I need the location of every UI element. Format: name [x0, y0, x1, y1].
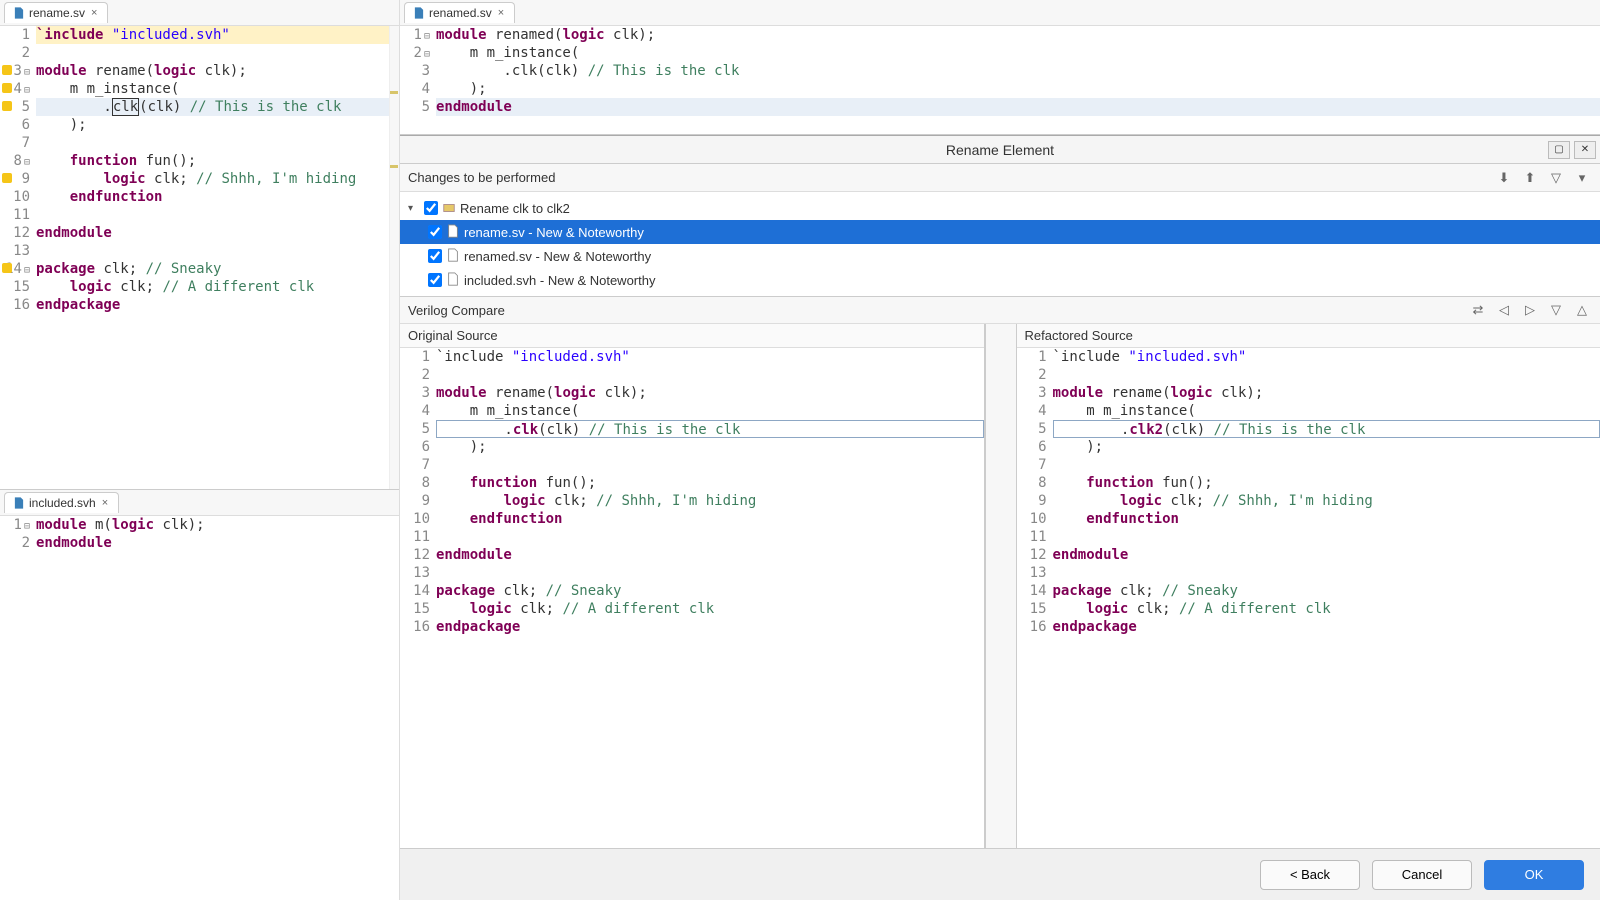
back-button[interactable]: < Back [1260, 860, 1360, 890]
maximize-button[interactable]: ▢ [1548, 141, 1570, 159]
tab-label: included.svh [29, 496, 96, 510]
tree-item-row[interactable]: rename.sv - New & Noteworthy [400, 220, 1600, 244]
tab-included-svh[interactable]: included.svh × [4, 492, 119, 513]
dialog-titlebar: Rename Element ▢ ✕ [400, 136, 1600, 164]
tree-item-label: rename.sv - New & Noteworthy [464, 225, 644, 240]
editor-included-svh[interactable]: 1⊟2module m(logic clk);endmodule [0, 516, 399, 900]
dropdown-icon[interactable]: ▾ [1572, 168, 1592, 188]
left-top-tab-bar: rename.sv × [0, 0, 399, 26]
right-tab-bar: renamed.sv × [400, 0, 1600, 26]
tree-checkbox[interactable] [428, 225, 442, 239]
tree-item-row[interactable]: renamed.sv - New & Noteworthy [400, 244, 1600, 268]
copy-right-icon[interactable]: ▷ [1520, 300, 1540, 320]
tab-rename-sv[interactable]: rename.sv × [4, 2, 108, 23]
close-icon[interactable]: × [496, 7, 506, 19]
close-icon[interactable]: × [100, 497, 110, 509]
cancel-button[interactable]: Cancel [1372, 860, 1472, 890]
dialog-title: Rename Element [946, 142, 1054, 158]
editor-renamed-sv[interactable]: 1⊟2⊟345module renamed(logic clk); m m_in… [400, 26, 1600, 134]
changes-header: Changes to be performed [408, 170, 555, 185]
file-icon [413, 7, 425, 19]
original-source-pane[interactable]: 12345678910111213141516`include "include… [400, 348, 984, 848]
tree-root-label: Rename clk to clk2 [460, 201, 570, 216]
tree-checkbox[interactable] [428, 273, 442, 287]
twisty-icon[interactable]: ▾ [408, 203, 420, 214]
file-icon [446, 272, 460, 289]
next-diff-icon[interactable]: ▽ [1546, 300, 1566, 320]
compare-separator [985, 324, 1017, 848]
tab-renamed-sv[interactable]: renamed.sv × [404, 2, 515, 23]
close-button[interactable]: ✕ [1574, 141, 1596, 159]
tree-checkbox[interactable] [428, 249, 442, 263]
tree-checkbox[interactable] [424, 201, 438, 215]
changes-tree: ▾ Rename clk to clk2 rename.sv - New & N… [400, 192, 1600, 296]
filter-icon[interactable]: ▽ [1546, 168, 1566, 188]
tree-item-label: included.svh - New & Noteworthy [464, 273, 655, 288]
original-source-label: Original Source [400, 324, 984, 348]
prev-change-icon[interactable]: ⬆ [1520, 168, 1540, 188]
ok-button[interactable]: OK [1484, 860, 1584, 890]
file-icon [446, 224, 460, 241]
compare-header: Verilog Compare [408, 303, 505, 318]
file-icon [13, 7, 25, 19]
copy-left-icon[interactable]: ◁ [1494, 300, 1514, 320]
next-change-icon[interactable]: ⬇ [1494, 168, 1514, 188]
left-bot-tab-bar: included.svh × [0, 490, 399, 516]
refactored-source-label: Refactored Source [1017, 324, 1600, 348]
tab-label: renamed.sv [429, 6, 492, 20]
swap-icon[interactable]: ⇄ [1468, 300, 1488, 320]
editor-rename-sv[interactable]: 123⊟4⊟5678⊟91011121314⊟1516`include "inc… [0, 26, 399, 489]
tree-item-row[interactable]: included.svh - New & Noteworthy [400, 268, 1600, 292]
tree-root-row[interactable]: ▾ Rename clk to clk2 [400, 196, 1600, 220]
refactored-source-pane[interactable]: 12345678910111213141516`include "include… [1017, 348, 1600, 848]
close-icon[interactable]: × [89, 7, 99, 19]
prev-diff-icon[interactable]: △ [1572, 300, 1592, 320]
rename-dialog: Rename Element ▢ ✕ Changes to be perform… [400, 135, 1600, 900]
file-icon [446, 248, 460, 265]
overview-ruler[interactable] [389, 26, 399, 489]
tab-label: rename.sv [29, 6, 85, 20]
tree-item-label: renamed.sv - New & Noteworthy [464, 249, 651, 264]
rename-op-icon [442, 201, 456, 215]
file-icon [13, 497, 25, 509]
